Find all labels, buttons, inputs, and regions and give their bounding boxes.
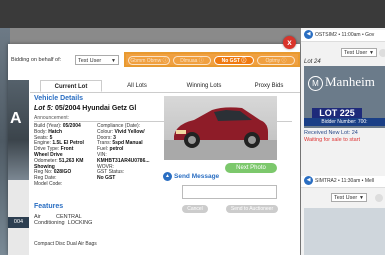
chevron-down-icon: ▼ <box>369 50 374 56</box>
stream-close-icon[interactable] <box>375 194 383 202</box>
stream-icon: ◀ <box>304 176 313 186</box>
lot-tabs: Current Lot All Lots Winning Lots Proxy … <box>30 80 300 93</box>
bidding-panel: Bidding on behalf of: Test User ▼ Gbmm O… <box>8 44 300 255</box>
spec-label: Model Code: <box>34 180 63 187</box>
stream-icon: ◀ <box>304 30 313 40</box>
message-input[interactable] <box>182 185 277 199</box>
send-message-label: Send Message <box>174 173 220 181</box>
lot-name: 05/2004 Hyundai Getz Gl <box>55 105 137 112</box>
stream-video-2[interactable] <box>304 208 385 255</box>
collapse-icon: ▲ <box>163 172 172 181</box>
tab-winning-lots[interactable]: Winning Lots <box>172 80 236 92</box>
bidding-label: Bidding on behalf of: <box>11 57 62 63</box>
chevron-down-icon: ▼ <box>111 58 116 64</box>
vehicle-details-heading: Vehicle Details <box>34 95 84 102</box>
tab-proxy-bids[interactable]: Proxy Bids <box>240 80 298 92</box>
manheim-logo: M Manheim <box>308 74 375 91</box>
vehicle-photo[interactable] <box>164 96 277 160</box>
bidding-user-select[interactable]: Test User ▼ <box>75 55 119 65</box>
feature-extra: Compact Disc Dual Air Bags <box>34 241 97 247</box>
option-label: No GST <box>221 58 240 64</box>
spec-value: No GST <box>97 175 116 182</box>
previous-lot-strip: A 004 <box>8 80 29 255</box>
spec-value: 05/2004 <box>62 123 81 129</box>
option-label: Dlmuaa <box>180 58 198 64</box>
spec-value: petrol <box>109 146 124 153</box>
option-label: Optmy <box>265 58 281 64</box>
specs-left-column: Build (Year): 05/2004 Body: Hatch Seats: 5… <box>34 123 84 188</box>
cancel-button[interactable]: Cancel <box>182 205 208 213</box>
stream-close-icon[interactable] <box>379 49 385 57</box>
tab-all-lots[interactable]: All Lots <box>108 80 166 92</box>
spec-value: 51,263 KM <box>59 157 84 164</box>
previous-lot-letter: A <box>10 110 22 127</box>
previous-lot-number: 004 <box>8 217 29 228</box>
close-button[interactable]: x <box>283 36 296 49</box>
bidding-user-value: Test User <box>78 58 102 64</box>
send-message-heading[interactable]: ▲ Send Message <box>163 172 219 181</box>
tab-current-lot[interactable]: Current Lot <box>40 80 102 92</box>
lot-board: LOT 225 <box>312 108 362 118</box>
bidding-row: Bidding on behalf of: Test User ▼ Gbmm O… <box>8 52 300 68</box>
features-heading: Features <box>34 203 64 210</box>
feature-row: Conditioning LOCKING <box>34 220 93 226</box>
stream-header-1: ◀ OSTSIM2 • 11:00am • Gov <box>301 30 385 42</box>
lot-number: Lot 5: <box>34 105 54 112</box>
stream-user-value: Test User <box>344 50 368 56</box>
top-bar <box>0 0 385 28</box>
option-button-2[interactable]: Dlmuaa ⓘ <box>173 56 211 65</box>
next-photo-button[interactable]: Next Photo <box>225 163 277 173</box>
option-button-4[interactable]: Optmy ⓘ <box>257 56 295 65</box>
option-button-no-gst[interactable]: No GST ⓘ <box>214 56 254 65</box>
spec-row: Model Code: <box>34 180 84 188</box>
stream-lot-label: Lot 24 <box>304 59 321 65</box>
specs-right-column: Compliance (Date): Colour: Vivid Yellow/D… <box>97 123 150 188</box>
option-label: Gbmm Obmw <box>130 58 162 64</box>
stream-user-value: Test User <box>334 195 358 201</box>
option-button-1[interactable]: Gbmm Obmw ⓘ <box>128 56 170 65</box>
stream-status-waiting: Waiting for sale to start <box>304 137 361 143</box>
manheim-logo-text: Manheim <box>325 74 375 89</box>
stream-user-select-2[interactable]: Test User ▼ <box>331 193 367 202</box>
current-lot-content: Vehicle Details Lot 5: 05/2004 Hyundai G… <box>30 93 300 255</box>
previous-lot-image <box>8 80 29 180</box>
spec-row <box>97 182 150 188</box>
stream-title: SIMTRA2 • 11:30am • Mell <box>315 178 374 184</box>
right-streams-panel: ◀ OSTSIM2 • 11:00am • Gov Test User ▼ Lot … <box>301 28 385 255</box>
spec-value: Vivid Yellow/ <box>114 128 145 135</box>
send-to-auctioneer-button[interactable]: Send to Auctioneer <box>226 205 278 213</box>
bidder-number: Bidder Number: 700: <box>304 118 385 126</box>
stream-user-select-1[interactable]: Test User ▼ <box>341 48 377 57</box>
lot-title: Lot 5: 05/2004 Hyundai Getz Gl <box>34 105 136 112</box>
stream-video-1[interactable]: M Manheim LOT 225 Bidder Number: 700: <box>304 66 385 128</box>
features-list: Air CENTRAL Conditioning LOCKING <box>34 214 92 226</box>
chevron-down-icon: ▼ <box>359 195 364 201</box>
stream-title: OSTSIM2 • 11:00am • Gov <box>315 32 375 38</box>
stream-header-2: ◀ SIMTRA2 • 11:30am • Mell <box>301 176 385 188</box>
bid-options-group: Gbmm Obmw ⓘ Dlmuaa ⓘ No GST ⓘ Optmy ⓘ <box>124 52 300 67</box>
stream-status-received: Received New Lot: 24 <box>304 130 358 136</box>
red-car-illustration <box>164 107 277 160</box>
